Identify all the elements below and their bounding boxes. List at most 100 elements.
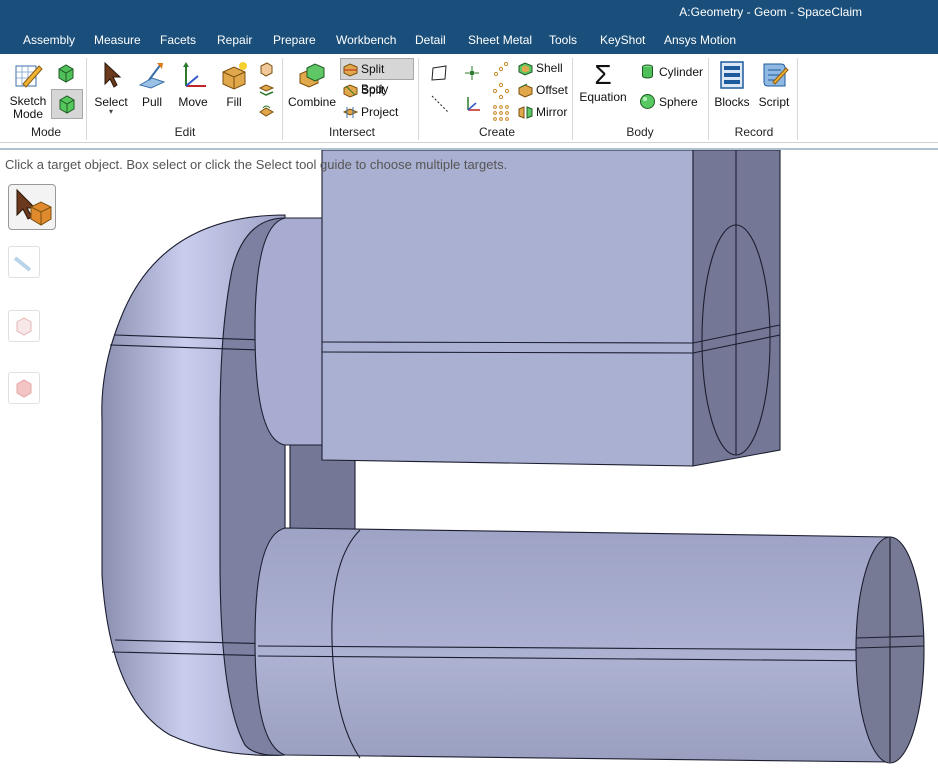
tab-facets[interactable]: Facets	[160, 33, 196, 47]
group-label-edit: Edit	[174, 125, 196, 139]
cube-outline-icon	[16, 317, 32, 336]
pattern-grid-icon[interactable]	[492, 104, 510, 122]
separator	[708, 58, 709, 140]
fill-label: Fill	[226, 95, 242, 109]
separator	[418, 58, 419, 140]
sphere-icon	[640, 94, 655, 109]
title-bar: A:Geometry - Geom - SpaceClaim	[0, 0, 938, 30]
pattern-linear-icon[interactable]	[492, 60, 510, 78]
offset-icon	[518, 83, 533, 98]
shell-icon	[518, 62, 533, 76]
combine-button[interactable]: Combine	[288, 60, 336, 109]
blocks-icon	[720, 61, 744, 89]
tool-guide-3[interactable]	[8, 310, 40, 342]
split-body-icon	[343, 63, 358, 77]
tab-keyshot[interactable]: KeyShot	[600, 33, 645, 47]
split-button[interactable]: Split	[341, 80, 384, 100]
pipe-assembly	[101, 149, 925, 764]
tweak-face-icon[interactable]	[258, 103, 275, 120]
cube-icon	[59, 95, 75, 114]
rectangle-icon[interactable]	[430, 64, 448, 82]
status-hint: Click a target object. Box select or cli…	[5, 157, 508, 172]
pull-label: Pull	[141, 95, 162, 109]
tab-repair[interactable]: Repair	[217, 33, 252, 47]
sketch-mode-label: Sketch Mode	[9, 94, 47, 121]
tab-assembly[interactable]: Assembly	[23, 33, 75, 47]
select-button[interactable]: Select ▾	[93, 60, 129, 116]
separator	[572, 58, 573, 140]
section-mode-icon[interactable]	[55, 62, 77, 84]
upper-collar	[254, 217, 331, 446]
tab-sheet-metal[interactable]: Sheet Metal	[468, 33, 532, 47]
lower-cylinder-body	[254, 527, 891, 763]
geometry-render[interactable]	[0, 149, 938, 772]
sketch-pencil-icon	[15, 65, 43, 88]
separator	[86, 58, 87, 140]
cursor-cube-icon	[16, 188, 52, 226]
sphere-label: Sphere	[659, 95, 698, 109]
point-icon[interactable]	[463, 64, 481, 82]
fill-icon	[222, 62, 247, 90]
script-button[interactable]: Script	[756, 60, 792, 109]
combine-label: Combine	[288, 95, 337, 109]
project-icon	[343, 107, 358, 118]
pull-button[interactable]: Pull	[136, 60, 168, 109]
tool-guide-4[interactable]	[8, 372, 40, 404]
group-label-create: Create	[478, 125, 516, 139]
cursor-arrow-icon	[104, 61, 122, 88]
blocks-button[interactable]: Blocks	[714, 60, 750, 109]
tool-guide-2[interactable]	[8, 246, 40, 278]
shell-label: Shell	[536, 61, 563, 75]
tab-prepare[interactable]: Prepare	[273, 33, 316, 47]
replace-face-icon[interactable]	[258, 60, 275, 77]
window-title: A:Geometry - Geom - SpaceClaim	[679, 5, 862, 19]
3d-mode-button[interactable]	[51, 89, 83, 119]
group-label-body: Body	[626, 125, 654, 139]
line-icon[interactable]	[430, 94, 450, 114]
cube-pink-icon	[16, 379, 32, 398]
offset-label: Offset	[536, 83, 568, 97]
combine-icon	[299, 63, 325, 88]
layers-icon[interactable]	[258, 82, 275, 99]
sigma-icon: Σ	[594, 59, 612, 90]
line-select-icon	[13, 256, 32, 272]
equation-button[interactable]: Σ Equation	[578, 59, 628, 105]
axis-icon[interactable]	[462, 94, 482, 114]
group-label-intersect: Intersect	[328, 125, 376, 139]
pattern-circular-icon[interactable]	[492, 82, 510, 100]
offset-button[interactable]: Offset	[516, 80, 568, 100]
split-label: Split	[361, 83, 385, 97]
sketch-mode-button[interactable]: Sketch Mode	[6, 60, 50, 121]
split-icon	[343, 84, 358, 98]
mirror-label: Mirror	[536, 105, 568, 119]
tab-detail[interactable]: Detail	[415, 33, 446, 47]
split-body-button[interactable]: Split Body	[340, 58, 414, 96]
separator	[797, 58, 798, 140]
ribbon: Sketch Mode Mode Select ▾ Pull Move Fill…	[0, 54, 938, 143]
move-axes-icon	[183, 62, 206, 87]
tab-tools[interactable]: Tools	[549, 33, 577, 47]
tab-ansys-motion[interactable]: Ansys Motion	[664, 33, 736, 47]
script-label: Script	[758, 95, 790, 109]
cylinder-button[interactable]: Cylinder	[637, 62, 703, 82]
blocks-label: Blocks	[714, 95, 750, 109]
fill-button[interactable]: Fill	[218, 60, 250, 109]
upper-block-front	[321, 149, 694, 467]
select-target-tool-guide[interactable]	[8, 184, 56, 230]
move-button[interactable]: Move	[175, 60, 211, 109]
move-label: Move	[178, 95, 208, 109]
project-button[interactable]: Project	[341, 102, 398, 122]
tab-measure[interactable]: Measure	[94, 33, 141, 47]
mirror-button[interactable]: Mirror	[516, 102, 567, 122]
separator	[282, 58, 283, 140]
sphere-button[interactable]: Sphere	[637, 92, 698, 112]
group-label-mode: Mode	[30, 125, 62, 139]
chevron-down-icon: ▾	[108, 107, 113, 116]
script-icon	[763, 63, 789, 87]
tab-workbench[interactable]: Workbench	[336, 33, 396, 47]
equation-label: Equation	[579, 90, 627, 104]
menu-bar: Assembly Measure Facets Repair Prepare W…	[0, 30, 938, 54]
group-label-record: Record	[734, 125, 774, 139]
shell-button[interactable]: Shell	[516, 58, 563, 78]
design-viewport[interactable]	[0, 149, 938, 772]
